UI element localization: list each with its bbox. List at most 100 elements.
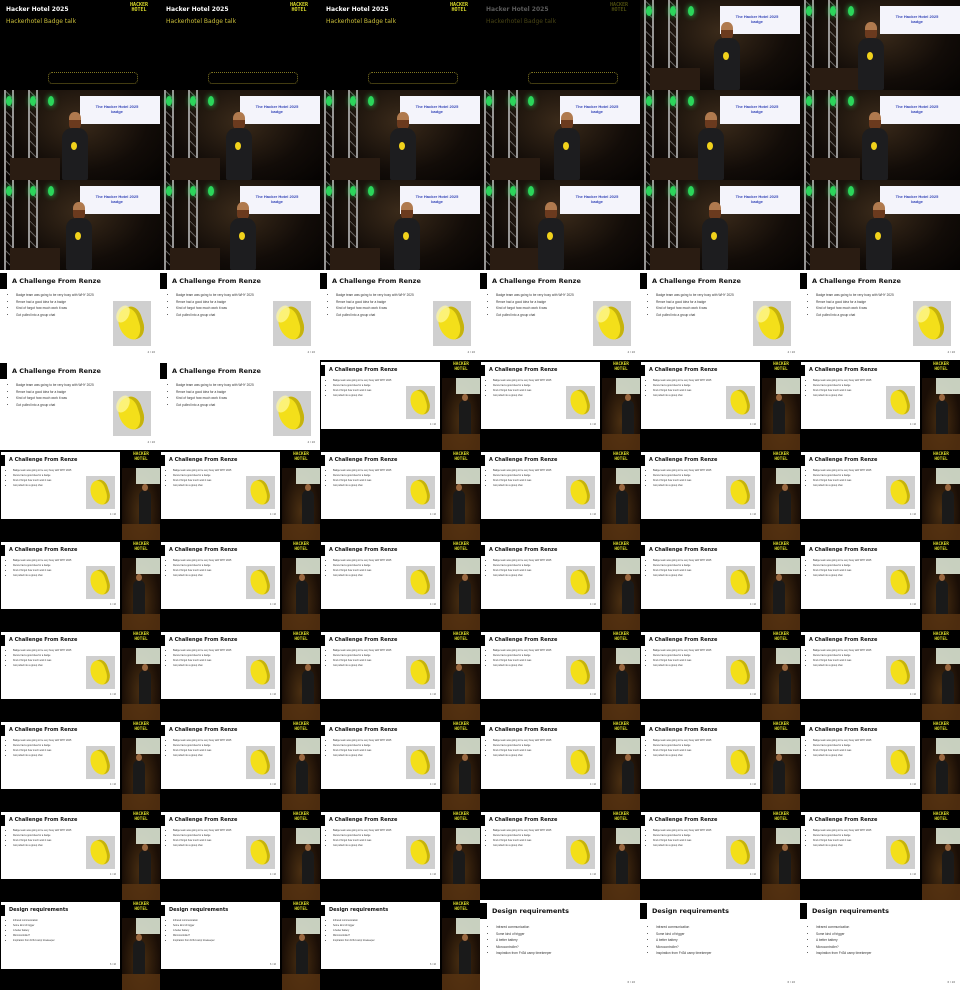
thumbnail[interactable]: A Challenge From Renze Badge team was goi… — [480, 630, 640, 720]
thumbnail[interactable]: A Challenge From Renze Badge team was goi… — [160, 810, 320, 900]
thumbnail[interactable]: A Challenge From Renze Badge team was goi… — [160, 630, 320, 720]
thumbnail[interactable]: The Hacker Hotel 2025 badge — [640, 0, 800, 90]
speaker-head — [782, 484, 788, 491]
thumbnail[interactable]: The Hacker Hotel 2025 badge — [640, 90, 800, 180]
thumbnail[interactable]: A Challenge From Renze Badge team was goi… — [0, 540, 160, 630]
thumbnail[interactable]: A Challenge From Renze Badge team was goi… — [320, 270, 480, 360]
thumbnail[interactable]: The Hacker Hotel 2025 badge — [0, 180, 160, 270]
slide-title: A Challenge From Renze — [332, 277, 421, 285]
thumbnail[interactable]: A Challenge From Renze Badge team was goi… — [640, 630, 800, 720]
title-bar-accent — [1, 545, 5, 556]
thumbnail[interactable]: Hacker Hotel 2025 Hackerhotel Badge talk H… — [0, 0, 160, 90]
thumbnail[interactable]: Design requirements Infrared communicatio… — [480, 900, 640, 990]
thumbnail[interactable]: A Challenge From Renze Badge team was goi… — [160, 720, 320, 810]
speaker-head — [776, 754, 782, 761]
hacker-hotel-logo: HACKER HOTEL — [124, 812, 158, 822]
thumbnail[interactable]: A Challenge From Renze Badge team was goi… — [160, 450, 320, 540]
speaker-body — [139, 850, 151, 884]
thumbnail[interactable]: Design requirements Infrared communicatio… — [160, 900, 320, 990]
speaker-body — [616, 670, 628, 704]
thumbnail[interactable]: A Challenge From Renze Badge team was goi… — [480, 450, 640, 540]
thumbnail[interactable]: A Challenge From Renze Badge team was goi… — [640, 360, 800, 450]
thumbnail[interactable]: Design requirements Infrared communicatio… — [800, 900, 960, 990]
thumbnail[interactable]: Hacker Hotel 2025 Hackerhotel Badge talk H… — [480, 0, 640, 90]
thumbnail[interactable]: The Hacker Hotel 2025 badge — [0, 90, 160, 180]
thumbnail[interactable]: The Hacker Hotel 2025 badge — [800, 0, 960, 90]
thumbnail[interactable]: The Hacker Hotel 2025 badge — [320, 180, 480, 270]
thumbnail[interactable]: A Challenge From Renze Badge team was goi… — [800, 630, 960, 720]
bullet-item: Got pulled into a group chat — [813, 663, 871, 668]
thumbnail[interactable]: A Challenge From Renze Badge team was goi… — [0, 810, 160, 900]
stage-light — [830, 96, 836, 106]
speaker-camera — [762, 558, 800, 630]
thumbnail[interactable]: A Challenge From Renze Badge team was goi… — [160, 270, 320, 360]
bullet-item: Badge team was going to be very busy wit… — [816, 292, 894, 299]
thumbnail[interactable]: A Challenge From Renze Badge team was goi… — [800, 450, 960, 540]
thumbnail[interactable]: A Challenge From Renze Badge team was goi… — [0, 630, 160, 720]
thumbnail[interactable]: A Challenge From Renze Badge team was goi… — [640, 450, 800, 540]
hacker-hotel-logo: HACKER HOTEL — [924, 362, 958, 372]
screen-text: The Hacker Hotel 2025 badge — [92, 104, 142, 114]
thumbnail[interactable]: The Hacker Hotel 2025 badge — [160, 90, 320, 180]
thumbnail[interactable]: A Challenge From Renze Badge team was goi… — [800, 540, 960, 630]
thumbnail[interactable]: Hacker Hotel 2025 Hackerhotel Badge talk H… — [320, 0, 480, 90]
speaker-body — [453, 850, 465, 884]
thumbnail[interactable]: A Challenge From Renze Badge team was goi… — [0, 450, 160, 540]
slide-capture: A Challenge From Renze Badge team was goi… — [801, 452, 920, 519]
screen-text: The Hacker Hotel 2025 badge — [732, 104, 782, 114]
page-number: 4 / 16 — [590, 513, 596, 516]
thumbnail[interactable]: A Challenge From Renze Badge team was goi… — [480, 810, 640, 900]
title-bar-accent — [800, 903, 807, 919]
thumbnail[interactable]: A Challenge From Renze Badge team was goi… — [160, 540, 320, 630]
thumbnail[interactable]: A Challenge From Renze Badge team was goi… — [480, 270, 640, 360]
thumbnail[interactable]: The Hacker Hotel 2025 badge — [160, 180, 320, 270]
thumbnail[interactable]: Design requirements Infrared communicatio… — [0, 900, 160, 990]
page-number: 4 / 16 — [910, 693, 916, 696]
bullet-item: Got pulled into a group chat — [333, 753, 391, 758]
slide-bullets: Badge team was going to be very busy wit… — [647, 828, 711, 848]
thumbnail[interactable]: Hacker Hotel 2025 Hackerhotel Badge talk H… — [160, 0, 320, 90]
bullet-item: Infrared communication — [496, 924, 551, 931]
thumbnail[interactable]: A Challenge From Renze Badge team was goi… — [320, 720, 480, 810]
thumbnail[interactable]: A Challenge From Renze Badge team was goi… — [800, 720, 960, 810]
thumbnail[interactable]: A Challenge From Renze Badge team was goi… — [320, 630, 480, 720]
bullet-item: Renze had a good idea for a badge — [816, 299, 894, 306]
hacker-hotel-logo: HACKER HOTEL — [444, 362, 478, 372]
thumbnail[interactable]: A Challenge From Renze Badge team was goi… — [800, 810, 960, 900]
thumbnail[interactable]: A Challenge From Renze Badge team was goi… — [480, 720, 640, 810]
thumbnail[interactable]: A Challenge From Renze Badge team was goi… — [160, 360, 320, 450]
banana-image — [406, 386, 435, 419]
thumbnail[interactable]: A Challenge From Renze Badge team was goi… — [640, 720, 800, 810]
thumbnail[interactable]: A Challenge From Renze Badge team was goi… — [320, 450, 480, 540]
thumbnail[interactable]: The Hacker Hotel 2025 badge — [320, 90, 480, 180]
thumbnail[interactable]: A Challenge From Renze Badge team was goi… — [640, 540, 800, 630]
thumbnail[interactable]: The Hacker Hotel 2025 badge — [480, 180, 640, 270]
thumbnail[interactable]: A Challenge From Renze Badge team was goi… — [320, 810, 480, 900]
thumbnail[interactable]: The Hacker Hotel 2025 badge — [480, 90, 640, 180]
thumbnail[interactable]: A Challenge From Renze Badge team was goi… — [0, 270, 160, 360]
slide-bullets: Badge team was going to be very busy wit… — [168, 382, 254, 408]
thumbnail[interactable]: A Challenge From Renze Badge team was goi… — [640, 270, 800, 360]
thumbnail[interactable]: The Hacker Hotel 2025 badge — [640, 180, 800, 270]
thumbnail[interactable]: A Challenge From Renze Badge team was goi… — [800, 270, 960, 360]
banana-icon — [87, 747, 113, 778]
bullet-item: Inspiration from Fri3d camp timekeeper — [496, 950, 551, 957]
thumbnail[interactable]: A Challenge From Renze Badge team was goi… — [0, 720, 160, 810]
speaker-body — [616, 490, 628, 524]
page-number: 4 / 16 — [750, 603, 756, 606]
page-number: 6 / 16 — [270, 963, 276, 966]
thumbnail[interactable]: The Hacker Hotel 2025 badge — [800, 90, 960, 180]
title-bar-accent — [640, 903, 647, 919]
thumbnail[interactable]: A Challenge From Renze Badge team was goi… — [480, 360, 640, 450]
thumbnail[interactable]: Design requirements Infrared communicatio… — [320, 900, 480, 990]
bullet-item: Kind of forgot how much work it was — [16, 395, 94, 402]
thumbnail[interactable]: A Challenge From Renze Badge team was goi… — [320, 360, 480, 450]
thumbnail[interactable]: A Challenge From Renze Badge team was goi… — [640, 810, 800, 900]
thumbnail[interactable]: A Challenge From Renze Badge team was goi… — [480, 540, 640, 630]
thumbnail[interactable]: The Hacker Hotel 2025 badge — [800, 180, 960, 270]
thumbnail[interactable]: A Challenge From Renze Badge team was goi… — [320, 540, 480, 630]
thumbnail[interactable]: Design requirements Infrared communicatio… — [640, 900, 800, 990]
speaker-camera — [282, 918, 320, 990]
thumbnail[interactable]: A Challenge From Renze Badge team was goi… — [800, 360, 960, 450]
thumbnail[interactable]: A Challenge From Renze Badge team was goi… — [0, 360, 160, 450]
